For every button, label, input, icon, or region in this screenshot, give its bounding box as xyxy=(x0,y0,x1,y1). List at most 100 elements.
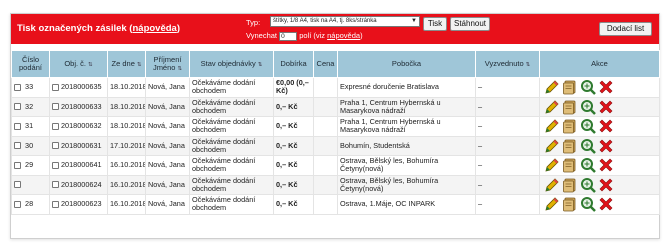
order-checkbox[interactable] xyxy=(52,200,59,208)
cena-cell xyxy=(313,116,338,137)
magnifier-icon[interactable] xyxy=(580,157,596,174)
cena-cell xyxy=(313,77,338,98)
dobirka-cell: 0,– Kč xyxy=(273,174,314,195)
col-vyzvednuto[interactable]: Vyzvednuto ⇅ xyxy=(475,50,540,78)
cislo-value: 32 xyxy=(25,101,34,111)
labels-icon[interactable] xyxy=(562,157,578,173)
sort-icon[interactable]: ⇅ xyxy=(88,62,93,68)
help-link[interactable]: nápověda xyxy=(132,23,176,34)
order-checkbox[interactable] xyxy=(52,122,59,130)
delete-icon[interactable] xyxy=(598,118,614,134)
obj-value: 2018000635 xyxy=(61,82,102,92)
row-checkbox[interactable] xyxy=(14,200,21,208)
print-title: Tisk označených zásilek (nápověda) xyxy=(17,23,181,34)
actions-cell xyxy=(539,77,660,98)
col-pobocka-label: Pobočka xyxy=(391,59,422,68)
skip-input[interactable]: 0 xyxy=(279,31,298,41)
delete-icon[interactable] xyxy=(598,79,614,95)
name-cell: Nová, Jana xyxy=(145,194,190,215)
pencil-icon[interactable] xyxy=(544,157,560,173)
delete-icon[interactable] xyxy=(598,177,614,193)
col-obj-label: Obj. č. xyxy=(64,58,87,68)
col-prijmeni[interactable]: Příjmení Jméno ⇅ xyxy=(145,50,190,78)
col-ze-dne[interactable]: Ze dne ⇅ xyxy=(107,50,146,78)
row-checkbox[interactable] xyxy=(14,142,21,150)
delivery-list-button[interactable]: Dodací list xyxy=(599,22,652,36)
cislo-cell: 30 xyxy=(11,135,50,156)
row-checkbox[interactable] xyxy=(14,161,21,169)
print-button[interactable]: Tisk xyxy=(423,17,447,31)
pencil-icon[interactable] xyxy=(544,196,560,212)
magnifier-icon[interactable] xyxy=(580,196,596,213)
order-checkbox[interactable] xyxy=(52,103,59,111)
order-checkbox[interactable] xyxy=(52,181,59,189)
date-cell: 16.10.2018 xyxy=(107,194,146,215)
labels-icon[interactable] xyxy=(562,118,578,134)
col-dobirka: Dobírka xyxy=(273,50,314,78)
print-panel: Tisk označených zásilek (nápověda) Typ: … xyxy=(10,13,660,239)
pencil-icon[interactable] xyxy=(544,177,560,193)
name-cell: Nová, Jana xyxy=(145,135,190,156)
cislo-value: 29 xyxy=(25,160,34,170)
magnifier-icon[interactable] xyxy=(580,177,596,193)
labels-icon[interactable] xyxy=(562,138,578,154)
col-ze-dne-label: Ze dne xyxy=(111,58,135,68)
labels-icon[interactable] xyxy=(562,79,578,95)
obj-value: 2018000631 xyxy=(61,140,102,150)
cena-cell xyxy=(313,174,338,195)
order-checkbox[interactable] xyxy=(52,161,59,169)
order-checkbox[interactable] xyxy=(52,142,59,150)
row-checkbox[interactable] xyxy=(14,122,21,130)
row-checkbox[interactable] xyxy=(14,181,21,189)
dobirka-cell: 0,– Kč xyxy=(273,96,314,117)
pencil-icon[interactable] xyxy=(544,138,560,154)
name-cell: Nová, Jana xyxy=(145,116,190,137)
print-title-text: Tisk označených zásilek xyxy=(17,23,127,34)
pencil-icon[interactable] xyxy=(544,99,560,115)
toolbar: Tisk označených zásilek (nápověda) Typ: … xyxy=(11,14,659,44)
pobocka-cell: Praha 1, Centrum Hybernská u Masarykova … xyxy=(337,116,476,137)
skip-help-link[interactable]: nápověda xyxy=(327,31,360,40)
pobocka-cell: Expresné doručenie Bratislava xyxy=(337,77,476,98)
labels-icon[interactable] xyxy=(562,177,578,193)
obj-cell: 2018000623 xyxy=(49,194,108,215)
magnifier-icon[interactable] xyxy=(580,99,596,115)
col-akce: Akce xyxy=(539,50,660,78)
delete-icon[interactable] xyxy=(598,99,614,115)
delete-icon[interactable] xyxy=(598,138,614,154)
delete-icon[interactable] xyxy=(598,157,614,173)
sort-icon[interactable]: ⇅ xyxy=(526,62,531,68)
col-obj[interactable]: Obj. č. ⇅ xyxy=(49,50,108,78)
row-checkbox[interactable] xyxy=(14,83,21,91)
dobirka-cell: 0,– Kč xyxy=(273,194,314,215)
delete-icon[interactable] xyxy=(598,196,614,212)
cislo-cell xyxy=(11,174,50,195)
pencil-icon[interactable] xyxy=(544,118,560,134)
date-cell: 16.10.2018 xyxy=(107,174,146,195)
magnifier-icon[interactable] xyxy=(580,118,596,135)
download-button[interactable]: Stáhnout xyxy=(450,17,490,31)
date-cell: 18.10.2018 xyxy=(107,77,146,98)
skip-row: Vynechat 0 polí (viz nápověda) xyxy=(246,31,363,41)
labels-icon[interactable] xyxy=(562,196,578,212)
sort-icon[interactable]: ⇅ xyxy=(258,62,263,68)
cislo-cell: 31 xyxy=(11,116,50,137)
cislo-cell: 32 xyxy=(11,96,50,117)
label-type-select[interactable]: štítky, 1/8 A4, tisk na A4, tj. 8ks/strá… xyxy=(270,16,420,27)
sort-icon[interactable]: ⇅ xyxy=(177,66,182,72)
sort-icon[interactable]: ⇅ xyxy=(137,62,142,68)
magnifier-icon[interactable] xyxy=(580,138,596,154)
col-stav[interactable]: Stav objednávky ⇅ xyxy=(189,50,274,78)
col-akce-label: Akce xyxy=(591,59,608,68)
pencil-icon[interactable] xyxy=(544,79,560,95)
order-checkbox[interactable] xyxy=(52,83,59,91)
actions-cell xyxy=(539,174,660,195)
labels-icon[interactable] xyxy=(562,99,578,115)
col-cislo[interactable]: Číslo podání xyxy=(11,50,50,78)
magnifier-icon[interactable] xyxy=(580,79,596,96)
pobocka-cell: Bohumín, Studentská xyxy=(337,135,476,156)
pobocka-cell: Ostrava, Bělský les, Bohumíra Četyny(nov… xyxy=(337,174,476,195)
col-cena-label: Cena xyxy=(316,59,335,68)
row-checkbox[interactable] xyxy=(14,103,21,111)
typ-label: Typ: xyxy=(246,18,261,27)
